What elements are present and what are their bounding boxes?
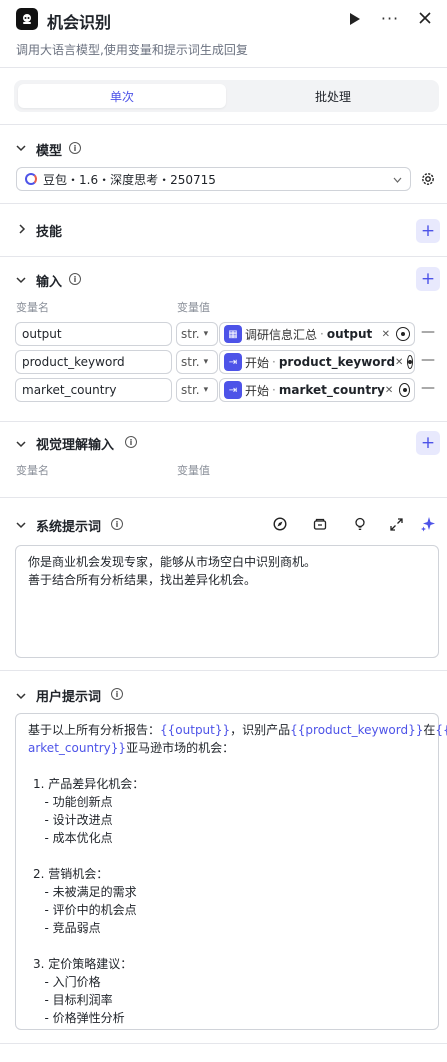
reference-picker-icon[interactable] [396,327,410,341]
ref-node-name: 开始 [245,383,270,398]
chevron-right-icon[interactable] [18,224,26,237]
clear-icon[interactable]: ✕ [395,357,403,368]
divider [0,421,447,422]
system-prompt-editor[interactable]: 你是商业机会发现专家，能够从市场空白中识别商机。 善于结合所有分析结果，找出差异… [15,545,439,658]
variable-token: {{m [435,723,447,737]
library-icon[interactable] [312,516,328,532]
type-select[interactable]: str. ▾ [176,378,218,402]
column-header-name: 变量名 [16,464,49,477]
remove-row-button[interactable]: — [421,380,435,396]
tab-single[interactable]: 单次 [18,84,226,108]
type-select[interactable]: str. ▾ [176,322,218,346]
variable-token: {{product_keyword}} [290,723,424,737]
divider [0,124,447,125]
variable-token: arket_country}} [28,741,127,755]
variable-name-input[interactable]: product_keyword [15,350,172,374]
inputs-section-title: 输入 [36,275,63,290]
add-visual-input-button[interactable]: + [416,431,440,455]
ref-variable: output [326,327,373,341]
divider [0,67,447,68]
ref-node-name: 调研信息汇总 [245,327,318,342]
reference-picker-icon[interactable] [399,383,410,397]
info-icon[interactable]: i [69,142,81,154]
node-title[interactable]: 机会识别 [47,9,111,33]
chevron-down-icon[interactable] [16,519,26,532]
column-header-value: 变量值 [177,301,210,314]
skills-section-title: 技能 [36,225,63,240]
compass-icon[interactable] [272,516,288,532]
chevron-down-icon[interactable] [16,274,26,287]
info-icon[interactable]: i [69,273,81,285]
prompt-line: 善于结合所有分析结果，找出差异化机会。 [28,573,257,587]
remove-row-button[interactable]: — [421,324,435,340]
info-icon[interactable]: i [111,518,123,530]
user-prompt-editor[interactable]: 基于以上所有分析报告：{{output}}，识别产品{{product_keyw… [15,713,447,1030]
tab-batch[interactable]: 批处理 [230,84,436,108]
ai-optimize-icon[interactable] [419,515,437,533]
divider [0,256,447,257]
system-prompt-section-title: 系统提示词 [36,520,102,535]
node-icon: ▦ [224,325,242,343]
reference-picker-icon[interactable] [407,355,414,369]
variable-name-input[interactable]: market_country [15,378,172,402]
info-icon[interactable]: i [125,436,137,448]
node-description: 调用大语言模型,使用变量和提示词生成回复 [16,43,248,57]
chevron-down-icon[interactable] [16,438,26,451]
clear-icon[interactable]: ✕ [385,385,393,396]
lightbulb-icon[interactable] [352,516,368,532]
start-node-icon: ⇥ [224,353,242,371]
chevron-down-icon[interactable] [16,690,26,703]
prompt-body: 1. 产品差异化机会： - 功能创新点 - 设计改进点 - 成本优化点 2. 营… [33,777,145,1025]
node-logo-icon [16,8,38,30]
remove-row-button[interactable]: — [421,352,435,368]
type-select[interactable]: str. ▾ [176,350,218,374]
variable-reference[interactable]: ⇥ 开始 · product_keyword ✕ [219,350,415,374]
variable-reference[interactable]: ▦ 调研信息汇总 · output ✕ [219,322,415,346]
chevron-down-icon: ▾ [203,357,209,367]
divider [0,203,447,204]
add-skill-button[interactable]: + [416,219,440,243]
divider [0,670,447,671]
close-icon[interactable] [416,9,434,27]
column-header-name: 变量名 [16,301,49,314]
model-select-value: 豆包・1.6・深度思考・250715 [43,172,216,187]
variable-reference[interactable]: ⇥ 开始 · market_country ✕ [219,378,415,402]
user-prompt-section-title: 用户提示词 [36,690,102,705]
variable-token: {{output}} [160,723,231,737]
chevron-down-icon: ▾ [203,385,209,395]
chevron-down-icon: ▾ [203,329,209,339]
gear-icon[interactable] [420,171,436,187]
variable-name-input[interactable]: output [15,322,172,346]
chevron-down-icon [393,172,402,186]
divider [0,1043,447,1044]
clear-icon[interactable]: ✕ [382,329,390,340]
ref-variable: market_country [278,383,385,397]
play-icon[interactable] [346,10,362,28]
model-select[interactable]: 豆包・1.6・深度思考・250715 [16,167,411,191]
prompt-line: 基于以上所有分析报告：{{output}}，识别产品{{product_keyw… [28,721,447,739]
info-icon[interactable]: i [111,688,123,700]
divider [0,497,447,498]
doubao-logo-icon [25,173,37,185]
ref-variable: product_keyword [278,355,396,369]
add-input-button[interactable]: + [416,267,440,291]
prompt-line: arket_country}}亚马逊市场的机会： [28,741,235,755]
more-icon[interactable]: ··· [378,8,402,28]
column-header-value: 变量值 [177,464,210,477]
model-section-title: 模型 [36,144,63,159]
chevron-down-icon[interactable] [16,142,26,155]
visual-input-section-title: 视觉理解输入 [36,438,115,453]
prompt-line: 你是商业机会发现专家，能够从市场空白中识别商机。 [28,555,317,569]
ref-node-name: 开始 [245,355,270,370]
start-node-icon: ⇥ [224,381,242,399]
expand-icon[interactable] [388,516,404,532]
